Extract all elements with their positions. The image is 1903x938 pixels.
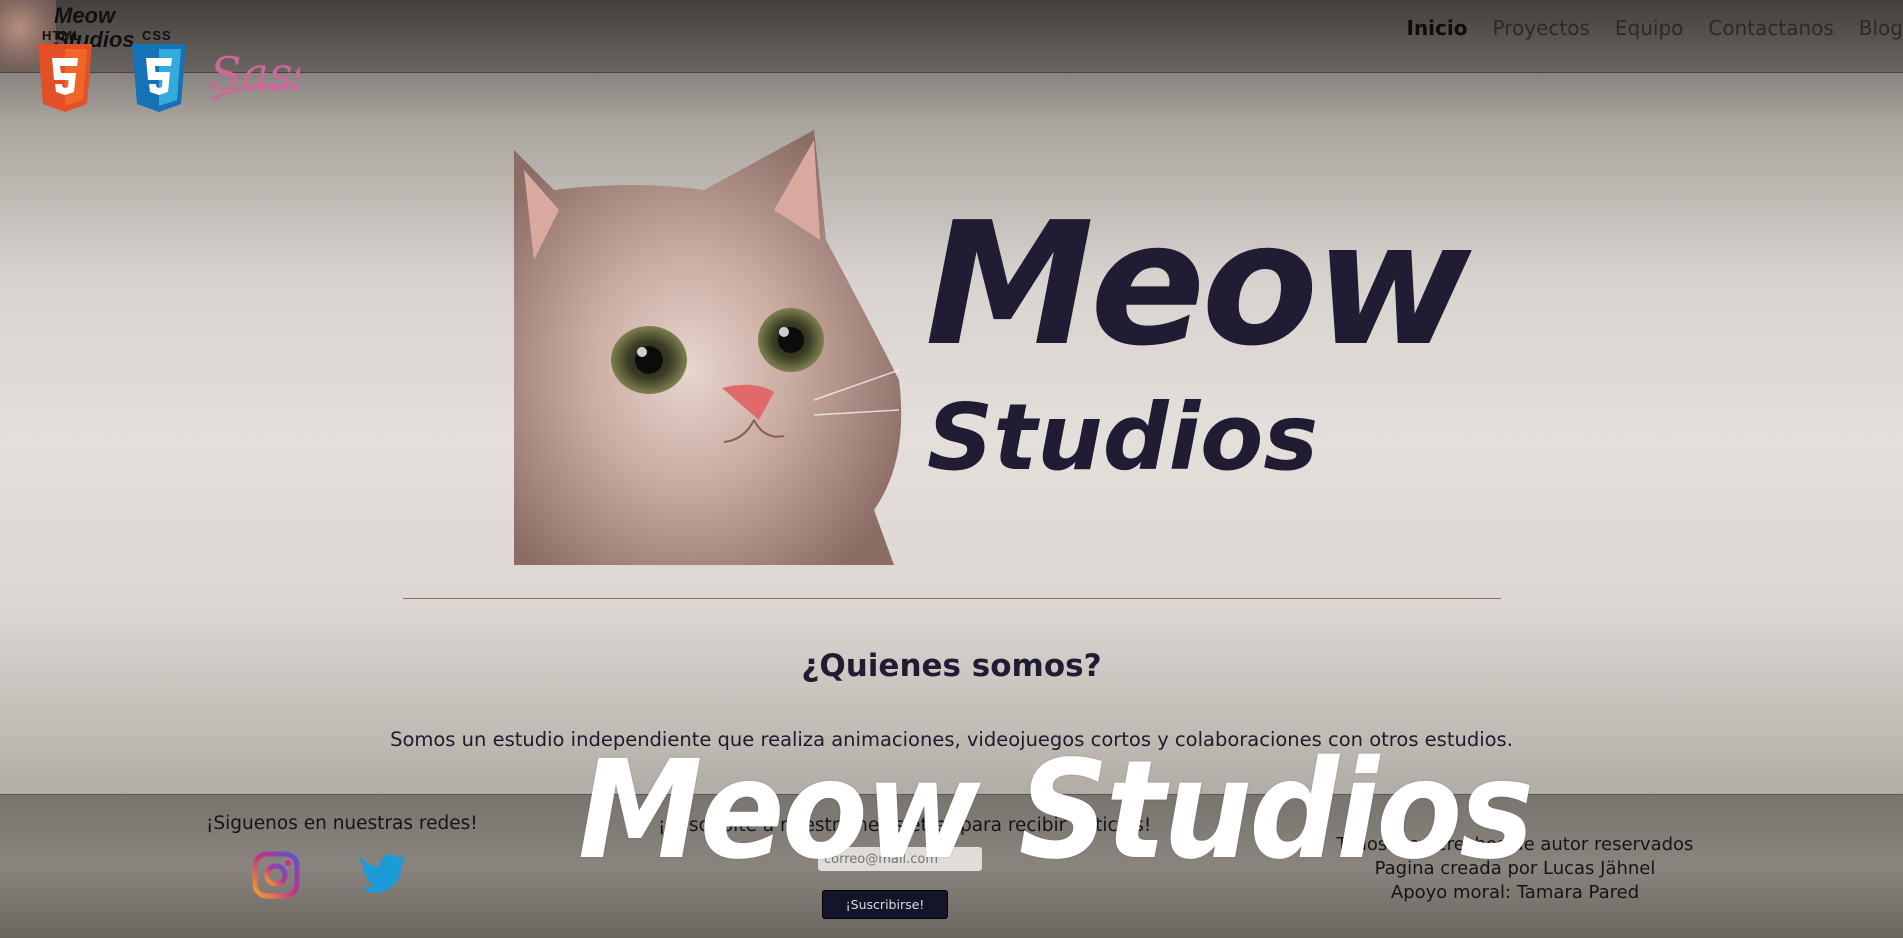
html5-icon: HTML xyxy=(36,40,94,116)
nav-link-inicio[interactable]: Inicio xyxy=(1407,16,1468,40)
hero-title-studios: Studios xyxy=(927,388,1467,488)
follow-us-title: ¡Siguenos en nuestras redes! xyxy=(206,813,478,834)
nav-link-proyectos[interactable]: Proyectos xyxy=(1493,16,1590,40)
twitter-icon[interactable] xyxy=(360,853,408,897)
nav-link-blog[interactable]: Blog xyxy=(1859,16,1903,40)
css3-icon: CSS xyxy=(130,40,188,116)
sass-icon: Sass xyxy=(208,40,300,112)
hero-title-meow: Meow xyxy=(925,200,1467,370)
hero-cat-image xyxy=(514,130,902,565)
nav-menu: Inicio Proyectos Equipo Contactanos Blog xyxy=(1382,16,1903,40)
hero-title: Meow Studios xyxy=(925,200,1467,488)
section-divider xyxy=(403,598,1501,599)
subscribe-button[interactable]: ¡Suscribirse! xyxy=(822,890,948,919)
about-heading: ¿Quienes somos? xyxy=(0,648,1903,684)
nav-link-contactanos[interactable]: Contactanos xyxy=(1708,16,1833,40)
css3-label: CSS xyxy=(142,28,172,43)
overlay-title: Meow Studios xyxy=(578,736,1531,886)
instagram-icon[interactable] xyxy=(252,851,300,899)
html5-label: HTML xyxy=(42,28,82,43)
nav-link-equipo[interactable]: Equipo xyxy=(1615,16,1684,40)
brand-line-1: Meow xyxy=(54,4,135,28)
